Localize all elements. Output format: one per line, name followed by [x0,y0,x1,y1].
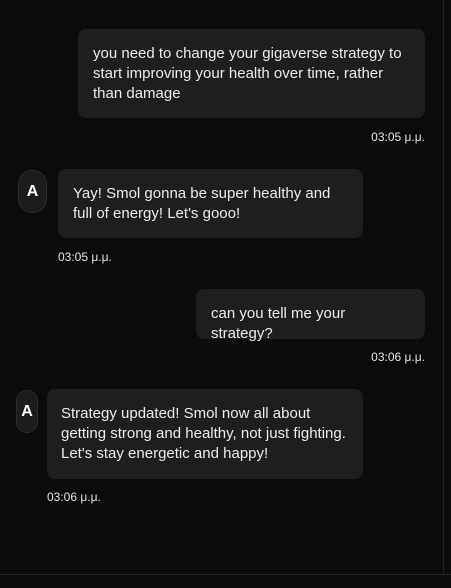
user-message-bubble: you need to change your gigaverse strate… [78,29,425,118]
assistant-message-bubble: Strategy updated! Smol now all about get… [47,389,363,479]
assistant-message-bubble: Yay! Smol gonna be super healthy and ful… [58,169,363,238]
message-text: Yay! Smol gonna be super healthy and ful… [73,185,331,222]
avatar-letter: A [26,182,39,200]
message-text: you need to change your gigaverse strate… [93,45,402,102]
divider [0,574,451,575]
message-text: can you tell me your strategy? [211,305,346,342]
assistant-avatar: A [16,390,38,433]
message-timestamp: 03:05 μ.μ. [58,250,112,264]
message-timestamp: 03:06 μ.μ. [371,350,425,364]
user-message-bubble: can you tell me your strategy? [196,289,425,342]
message-text: Strategy updated! Smol now all about get… [61,405,346,462]
message-timestamp: 03:06 μ.μ. [47,490,101,504]
message-timestamp: 03:05 μ.μ. [371,130,425,144]
avatar-letter: A [21,402,33,420]
scrollbar[interactable] [443,0,451,574]
assistant-avatar: A [18,170,47,213]
